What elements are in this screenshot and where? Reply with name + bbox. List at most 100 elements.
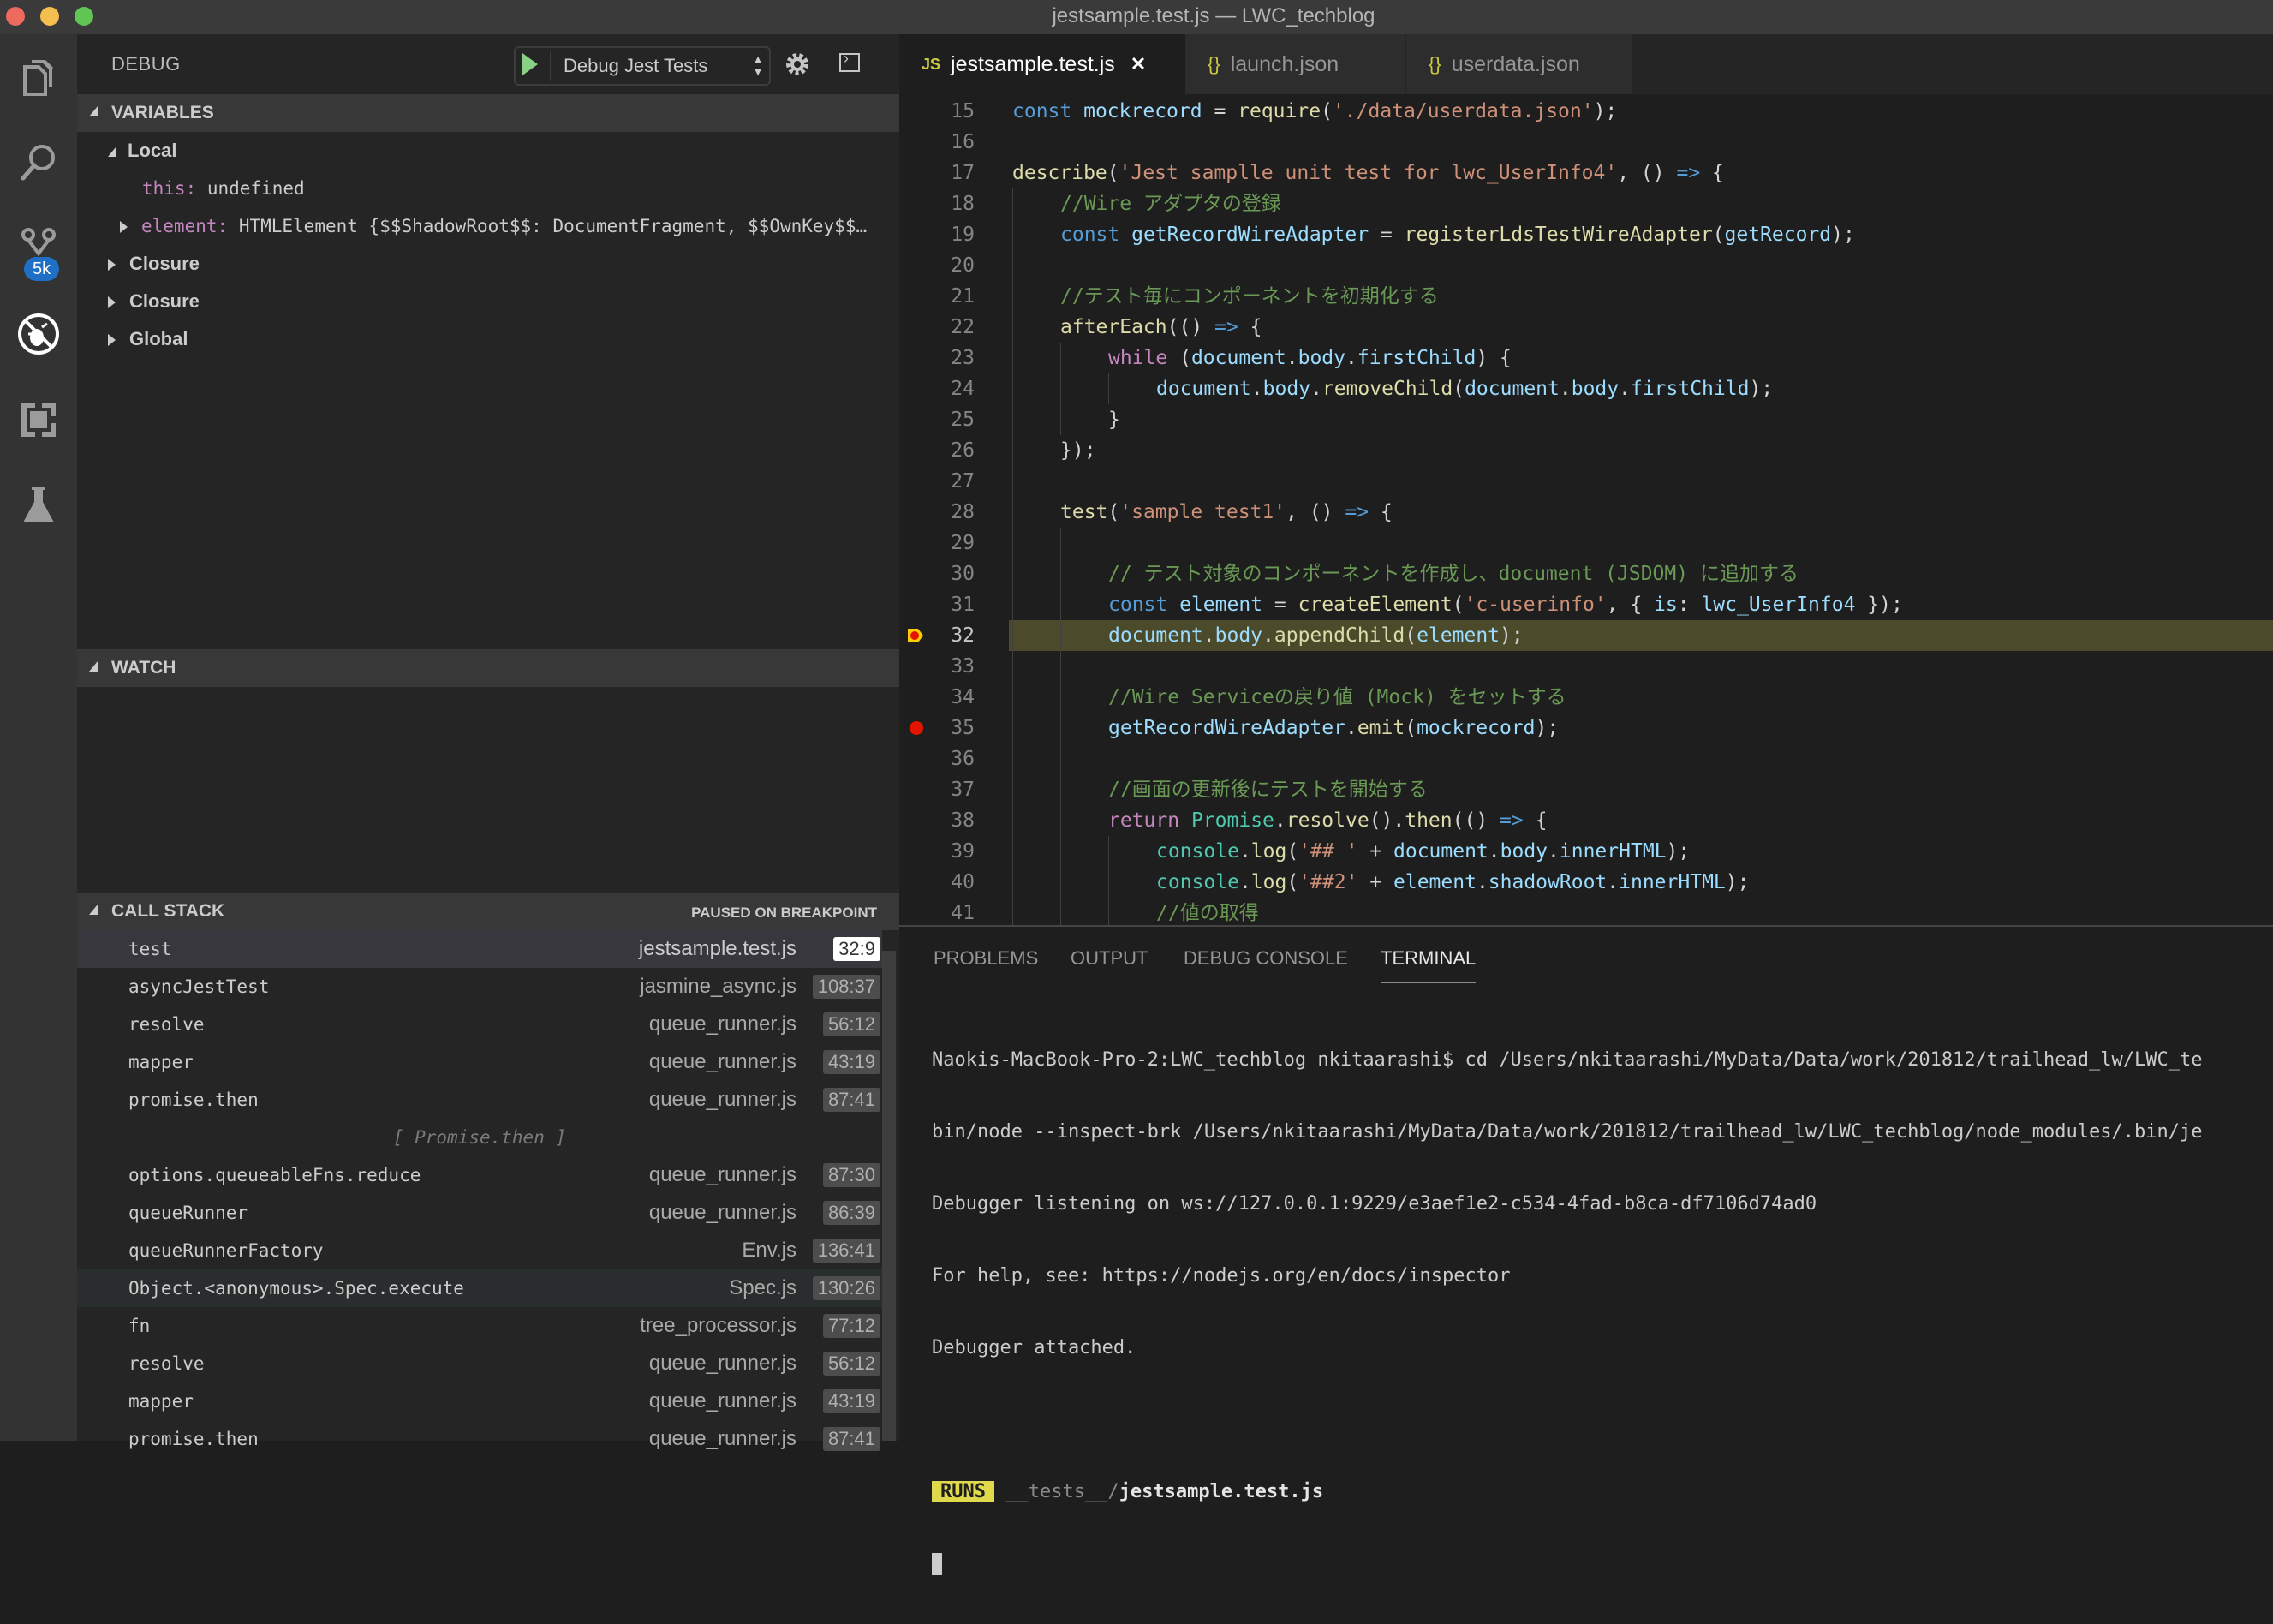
scope-local[interactable]: Local: [77, 132, 930, 170]
code-line[interactable]: 39 console.log('## ' + document.body.inne…: [899, 836, 2273, 867]
activity-search[interactable]: [0, 128, 77, 197]
frame-function: options.queueableFns.reduce: [128, 1165, 421, 1185]
launch-config-dropdown[interactable]: Debug Jest Tests ▲ ▼: [514, 46, 771, 86]
tab-userdata-json[interactable]: {} userdata.json: [1406, 34, 1632, 94]
close-icon[interactable]: ✕: [1131, 53, 1146, 75]
code-line[interactable]: 40 console.log('##2' + element.shadowRoot…: [899, 867, 2273, 898]
call-stack-frame[interactable]: mapper queue_runner.js 43:19: [77, 1382, 882, 1420]
panel-tab-debug-console[interactable]: DEBUG CONSOLE: [1184, 947, 1348, 970]
code-line[interactable]: 30 // テスト対象のコンポーネントを作成し、document (JSDOM) …: [899, 558, 2273, 589]
code-text: while (document.body.firstChild) {: [1108, 347, 1512, 369]
tab-launch-json[interactable]: {} launch.json: [1185, 34, 1406, 94]
code-line[interactable]: 27: [899, 466, 2273, 497]
call-stack-scrollbar[interactable]: [882, 951, 896, 1441]
gear-icon[interactable]: [783, 50, 812, 79]
variable-this[interactable]: this: undefined: [77, 170, 964, 207]
code-line[interactable]: 20: [899, 250, 2273, 281]
call-stack-frame[interactable]: asyncJestTest jasmine_async.js 108:37: [77, 968, 882, 1006]
code-line[interactable]: 28 test('sample test1', () => {: [899, 497, 2273, 528]
frame-function: Object.<anonymous>.Spec.execute: [128, 1278, 464, 1299]
async-label-text: [ Promise.then ]: [392, 1127, 567, 1148]
terminal-output[interactable]: Naokis-MacBook-Pro-2:LWC_techblog nkitaa…: [932, 1000, 2268, 1624]
variables-header[interactable]: VARIABLES: [77, 94, 899, 132]
code-text: //画面の更新後にテストを開始する: [1108, 779, 1428, 801]
call-stack-frame[interactable]: Object.<anonymous>.Spec.execute Spec.js 13…: [77, 1269, 882, 1307]
frame-position: 77:12: [822, 1314, 880, 1338]
code-text: document.body.removeChild(document.body.…: [1156, 378, 1774, 400]
line-number: 19: [951, 224, 975, 246]
frame-position: 43:19: [822, 1389, 880, 1413]
code-line[interactable]: 23 while (document.body.firstChild) {: [899, 343, 2273, 373]
code-line[interactable]: 36: [899, 743, 2273, 774]
code-line[interactable]: 19 const getRecordWireAdapter = registerL…: [899, 219, 2273, 250]
frame-function: mapper: [128, 1391, 194, 1412]
code-line[interactable]: 35 getRecordWireAdapter.emit(mockrecord);: [899, 713, 2273, 743]
call-stack-frame[interactable]: queueRunner queue_runner.js 86:39: [77, 1194, 882, 1232]
play-icon[interactable]: [522, 53, 538, 75]
call-stack-header[interactable]: CALL STACK PAUSED ON BREAKPOINT: [77, 893, 899, 930]
code-line[interactable]: 34 //Wire Serviceの戻り値 (Mock) をセットする: [899, 682, 2273, 713]
code-line[interactable]: 26});: [899, 435, 2273, 466]
tab-jestsample[interactable]: JS jestsample.test.js ✕: [899, 34, 1185, 94]
code-line[interactable]: 37 //画面の更新後にテストを開始する: [899, 774, 2273, 805]
code-line[interactable]: 15 const mockrecord = require('./data/use…: [899, 96, 2273, 127]
terminal-cursor-line: [932, 1552, 2268, 1576]
watch-header[interactable]: WATCH: [77, 649, 899, 687]
code-line[interactable]: 33: [899, 651, 2273, 682]
frame-position: 87:30: [822, 1163, 880, 1187]
code-line[interactable]: 25}: [899, 404, 2273, 435]
call-stack-frame[interactable]: options.queueableFns.reduce queue_runner.…: [77, 1156, 882, 1194]
call-stack-frame[interactable]: test jestsample.test.js 32:9: [77, 930, 882, 968]
call-stack-frame[interactable]: mapper queue_runner.js 43:19: [77, 1043, 882, 1081]
chevron-down-icon: [89, 661, 98, 672]
line-number: 16: [951, 131, 975, 153]
terminal-line: Naokis-MacBook-Pro-2:LWC_techblog nkitaa…: [932, 1049, 2203, 1071]
call-stack-frame[interactable]: promise.then queue_runner.js 87:41: [77, 1081, 882, 1119]
code-text: return Promise.resolve().then(() => {: [1108, 809, 1548, 832]
panel-tab-problems[interactable]: PROBLEMS: [934, 947, 1038, 970]
frame-file: jestsample.test.js: [638, 937, 796, 960]
variable-element[interactable]: element: HTMLElement {$$ShadowRoot$$: Do…: [77, 207, 942, 245]
code-line[interactable]: 31 const element = createElement('c-useri…: [899, 589, 2273, 620]
code-line[interactable]: 16: [899, 127, 2273, 158]
activity-source-control[interactable]: 5k: [0, 214, 77, 283]
activity-debug[interactable]: [0, 300, 77, 368]
code-line[interactable]: 38 return Promise.resolve().then(() => {: [899, 805, 2273, 836]
frame-file: queue_runner.js: [648, 1088, 796, 1111]
scope-label: Local: [128, 140, 177, 161]
code-line[interactable]: 24 document.body.removeChild(document.bod…: [899, 373, 2273, 404]
line-number: 21: [951, 285, 975, 307]
title-bar: jestsample.test.js — LWC_techblog: [0, 0, 2273, 34]
code-line[interactable]: 32 document.body.appendChild(element);: [899, 620, 2273, 651]
tab-label: userdata.json: [1451, 51, 1580, 76]
code-line[interactable]: 22 afterEach(() => {: [899, 312, 2273, 343]
frame-function: fn: [128, 1316, 151, 1336]
panel-tab-output[interactable]: OUTPUT: [1071, 947, 1148, 970]
call-stack-frame[interactable]: promise.then queue_runner.js 87:41: [77, 1420, 882, 1458]
code-line[interactable]: 41 //値の取得: [899, 898, 2273, 925]
debug-sidebar: DEBUG Debug Jest Tests ▲▼ VARIABLES Loca…: [77, 34, 899, 1451]
code-line[interactable]: 21 //テスト毎にコンポーネントを初期化する: [899, 281, 2273, 312]
debug-console-icon[interactable]: [839, 50, 860, 72]
frame-position: 86:39: [822, 1201, 880, 1225]
call-stack-frame[interactable]: queueRunnerFactory Env.js 136:41: [77, 1232, 882, 1269]
frame-position: 108:37: [812, 975, 880, 999]
terminal-line: For help, see: https://nodejs.org/en/doc…: [932, 1265, 1511, 1287]
frame-position: 87:41: [822, 1088, 880, 1112]
activity-extensions[interactable]: [0, 385, 77, 454]
debug-icon: [18, 313, 59, 355]
activity-test[interactable]: [0, 471, 77, 540]
call-stack-frame[interactable]: resolve queue_runner.js 56:12: [77, 1345, 882, 1382]
code-line[interactable]: 29: [899, 528, 2273, 558]
line-number: 29: [951, 532, 975, 554]
call-stack-frame[interactable]: fn tree_processor.js 77:12: [77, 1307, 882, 1345]
scope-global[interactable]: Global: [77, 320, 930, 358]
code-line[interactable]: 18 //Wire アダプタの登録: [899, 188, 2273, 219]
code-area[interactable]: 15 const mockrecord = require('./data/use…: [899, 94, 2273, 925]
code-line[interactable]: 17 describe('Jest samplle unit test for l…: [899, 158, 2273, 188]
call-stack-frame[interactable]: resolve queue_runner.js 56:12: [77, 1006, 882, 1043]
activity-explorer[interactable]: [0, 43, 77, 111]
scope-closure[interactable]: Closure: [77, 283, 930, 320]
panel-tab-terminal[interactable]: TERMINAL: [1381, 947, 1477, 983]
scope-closure[interactable]: Closure: [77, 245, 930, 283]
